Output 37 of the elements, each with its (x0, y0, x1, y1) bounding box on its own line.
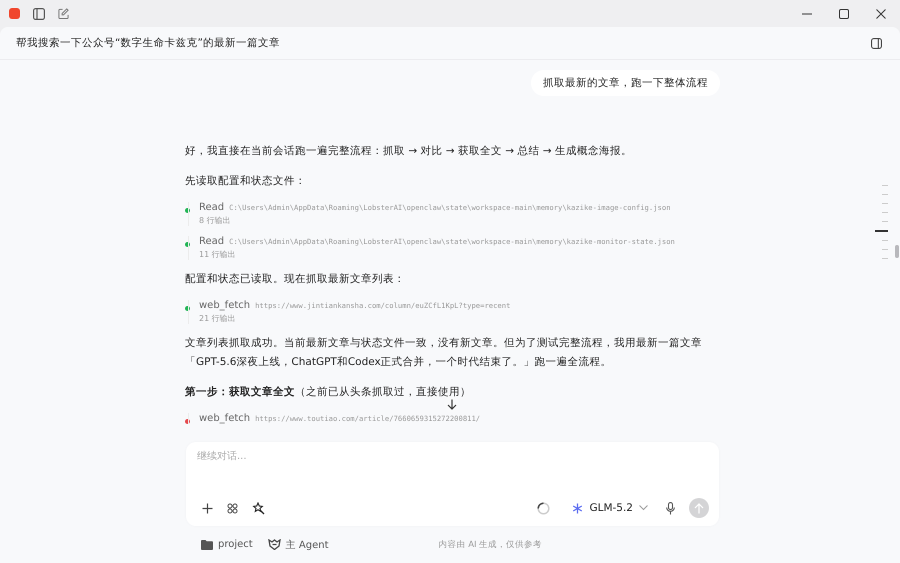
sparkle-cursor-icon[interactable] (252, 502, 265, 514)
assistant-text: 配置和状态已读取。现在抓取最新文章列表： (185, 272, 405, 287)
assistant-text: 第一步：获取文章全文（之前已从头条抓取过，直接使用） (185, 384, 471, 400)
maximize-icon[interactable] (839, 8, 849, 18)
assistant-text: 好，我直接在当前会话跑一遍完整流程：抓取 → 对比 → 获取全文 → 总结 → 生成概念海报。 (185, 144, 632, 159)
message-input[interactable]: 继续对话... (197, 449, 709, 464)
assistant-text: 文章列表抓取成功。当前最新文章与状态文件一致，没有新文章。但为了测试完整流程，我用最新一篇文章「GPT-5.6深夜上线，ChatGPT和Codex正式合并，一个时代结束了。」跑一遍全流程。 (185, 336, 703, 370)
side-panel-icon[interactable] (871, 38, 882, 48)
edit-icon[interactable] (58, 8, 69, 19)
conversation-title: 帮我搜索一下公众号“数字生命卡兹克”的最新一篇文章 (16, 36, 280, 50)
agent-button[interactable]: 主 Agent (268, 538, 328, 552)
loading-spinner-icon (537, 502, 550, 514)
crown-icon (268, 539, 281, 550)
model-selector[interactable]: GLM-5.2 (572, 502, 648, 514)
folder-icon (201, 540, 213, 550)
microphone-icon[interactable] (666, 502, 675, 514)
ai-disclaimer: 内容由 AI 生成，仅供参考 (438, 538, 542, 550)
close-icon[interactable] (876, 8, 886, 18)
add-icon[interactable] (202, 502, 213, 514)
project-folder-button[interactable]: project (201, 539, 253, 550)
grid-icon[interactable] (227, 502, 238, 514)
arrow-down-icon (446, 399, 456, 410)
assistant-text: 先读取配置和状态文件： (185, 174, 306, 189)
tool-name[interactable]: Read (199, 236, 224, 247)
tool-name[interactable]: web_fetch (199, 300, 250, 311)
arrow-up-icon (694, 502, 704, 514)
sidebar-toggle-icon[interactable] (33, 8, 45, 20)
tool-output-count: 21 行输出 (199, 313, 236, 324)
tool-name[interactable]: Read (199, 202, 224, 213)
scrollbar-thumb[interactable] (895, 245, 899, 258)
tool-output-count: 11 行输出 (199, 249, 236, 260)
snowflake-icon (572, 502, 584, 514)
tool-output-count: 8 行输出 (199, 215, 231, 226)
user-message: 抓取最新的文章，跑一下整体流程 (531, 70, 720, 96)
tool-name[interactable]: web_fetch (199, 413, 250, 424)
app-logo-icon (9, 8, 20, 19)
chevron-down-icon (639, 505, 648, 511)
